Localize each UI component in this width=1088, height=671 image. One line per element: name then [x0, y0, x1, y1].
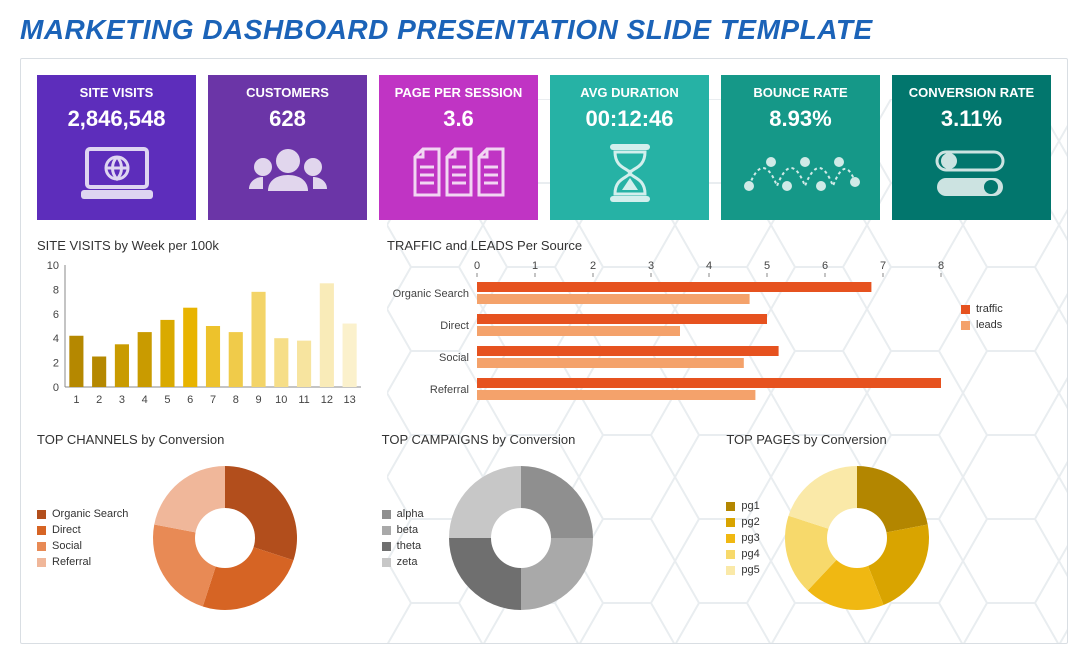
legend-item: pg2	[726, 516, 759, 528]
svg-text:2: 2	[96, 394, 102, 406]
kpi-row: SITE VISITS 2,846,548 CUSTOMERS 628 PAGE…	[37, 75, 1051, 220]
legend-item: Organic Search	[37, 508, 128, 520]
hourglass-icon	[556, 132, 703, 214]
legend-item: pg4	[726, 548, 759, 560]
legend-item: Social	[37, 540, 128, 552]
traffic-chart-block: TRAFFIC and LEADS Per Source 0 1 2 3 4 5 6 7 8 Or…	[387, 238, 1051, 414]
legend-item: pg1	[726, 500, 759, 512]
channels-legend: Organic Search Direct Social Referral	[37, 504, 128, 572]
legend-item: zeta	[382, 556, 424, 568]
kpi-label: CUSTOMERS	[246, 85, 329, 100]
svg-text:4: 4	[706, 260, 712, 272]
dashboard-panel: SITE VISITS 2,846,548 CUSTOMERS 628 PAGE…	[20, 58, 1068, 644]
traffic-leads-bar-chart: 0 1 2 3 4 5 6 7 8 Organic Search Direct Social Refer…	[387, 259, 947, 409]
legend-item: theta	[382, 540, 424, 552]
legend-item: Referral	[37, 556, 128, 568]
users-icon	[214, 132, 361, 214]
svg-text:7: 7	[880, 260, 886, 272]
svg-text:12: 12	[321, 394, 333, 406]
svg-text:Social: Social	[439, 352, 469, 364]
kpi-label: SITE VISITS	[80, 85, 154, 100]
svg-text:13: 13	[343, 394, 355, 406]
svg-text:1: 1	[73, 394, 79, 406]
svg-text:0: 0	[474, 260, 480, 272]
legend-item: Direct	[37, 524, 128, 536]
svg-text:8: 8	[233, 394, 239, 406]
svg-text:5: 5	[764, 260, 770, 272]
svg-text:1: 1	[532, 260, 538, 272]
svg-text:6: 6	[822, 260, 828, 272]
laptop-globe-icon	[43, 132, 190, 214]
kpi-card-page-per-session: PAGE PER SESSION 3.6	[379, 75, 538, 220]
pages-legend: pg1 pg2 pg3 pg4 pg5	[726, 496, 759, 580]
svg-text:6: 6	[53, 309, 59, 321]
svg-text:8: 8	[53, 284, 59, 296]
top-pages-block: TOP PAGES by Conversion pg1 pg2 pg3 pg4 pg5	[726, 432, 1051, 623]
svg-text:Direct: Direct	[440, 320, 469, 332]
svg-text:2: 2	[590, 260, 596, 272]
campaigns-donut-chart	[436, 453, 606, 623]
legend-item: pg3	[726, 532, 759, 544]
bounce-dots-icon	[727, 132, 874, 214]
traffic-legend: traffic leads	[961, 299, 1003, 335]
kpi-value: 2,846,548	[68, 106, 166, 132]
svg-text:3: 3	[119, 394, 125, 406]
kpi-card-site-visits: SITE VISITS 2,846,548	[37, 75, 196, 220]
site-visits-chart-block: SITE VISITS by Week per 100k 02468101234…	[37, 238, 367, 414]
legend-item: beta	[382, 524, 424, 536]
svg-text:11: 11	[298, 394, 309, 406]
kpi-card-avg-duration: AVG DURATION 00:12:46	[550, 75, 709, 220]
legend-item: alpha	[382, 508, 424, 520]
svg-text:8: 8	[938, 260, 944, 272]
kpi-label: CONVERSION RATE	[909, 85, 1034, 100]
svg-text:Organic Search: Organic Search	[393, 288, 469, 300]
svg-text:6: 6	[187, 394, 193, 406]
toggles-icon	[898, 132, 1045, 214]
kpi-card-bounce-rate: BOUNCE RATE 8.93%	[721, 75, 880, 220]
kpi-label: BOUNCE RATE	[753, 85, 847, 100]
legend-traffic: traffic	[976, 303, 1003, 315]
channels-donut-chart	[140, 453, 310, 623]
kpi-value: 628	[269, 106, 306, 132]
top-campaigns-block: TOP CAMPAIGNS by Conversion alpha beta the…	[382, 432, 707, 623]
documents-icon	[385, 132, 532, 214]
chart-title: SITE VISITS by Week per 100k	[37, 238, 367, 253]
campaigns-legend: alpha beta theta zeta	[382, 504, 424, 572]
pages-donut-chart	[772, 453, 942, 623]
page-title: MARKETING DASHBOARD PRESENTATION SLIDE T…	[20, 14, 1068, 46]
chart-title: TRAFFIC and LEADS Per Source	[387, 238, 1051, 253]
kpi-value: 00:12:46	[585, 106, 673, 132]
top-channels-block: TOP CHANNELS by Conversion Organic Searc…	[37, 432, 362, 623]
svg-text:2: 2	[53, 358, 59, 370]
kpi-value: 3.11%	[941, 106, 1002, 132]
site-visits-bar-chart: 024681012345678910111213	[37, 259, 367, 409]
kpi-label: PAGE PER SESSION	[395, 85, 523, 100]
svg-text:3: 3	[648, 260, 654, 272]
svg-text:Referral: Referral	[430, 384, 469, 396]
svg-text:9: 9	[255, 394, 261, 406]
kpi-card-conversion-rate: CONVERSION RATE 3.11%	[892, 75, 1051, 220]
svg-text:10: 10	[275, 394, 287, 406]
legend-leads: leads	[976, 319, 1002, 331]
kpi-value: 8.93%	[769, 106, 831, 132]
svg-text:0: 0	[53, 382, 59, 394]
svg-text:7: 7	[210, 394, 216, 406]
svg-text:4: 4	[53, 333, 59, 345]
svg-text:5: 5	[164, 394, 170, 406]
kpi-label: AVG DURATION	[580, 85, 678, 100]
svg-text:4: 4	[142, 394, 148, 406]
legend-item: pg5	[726, 564, 759, 576]
kpi-card-customers: CUSTOMERS 628	[208, 75, 367, 220]
chart-title: TOP CHANNELS by Conversion	[37, 432, 362, 447]
svg-text:10: 10	[47, 260, 59, 272]
kpi-value: 3.6	[443, 106, 474, 132]
chart-title: TOP PAGES by Conversion	[726, 432, 1051, 447]
chart-title: TOP CAMPAIGNS by Conversion	[382, 432, 707, 447]
